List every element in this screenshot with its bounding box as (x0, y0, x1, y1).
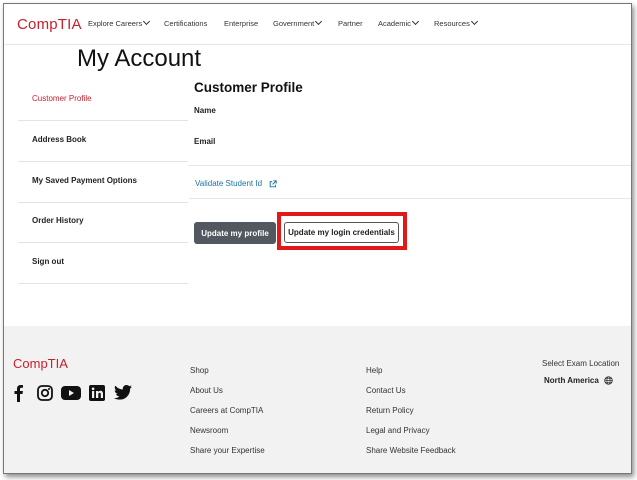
footer-link-website-feedback[interactable]: Share Website Feedback (366, 446, 456, 455)
linkedin-icon[interactable] (89, 385, 105, 401)
instagram-icon[interactable] (37, 385, 53, 401)
footer-link-help[interactable]: Help (366, 366, 382, 375)
external-link-icon (269, 180, 277, 188)
update-profile-button[interactable]: Update my profile (194, 222, 276, 244)
globe-icon (604, 376, 613, 386)
exam-location-selector[interactable]: North America (544, 376, 613, 386)
sidebar-item-saved-payment-options[interactable]: My Saved Payment Options (18, 162, 188, 203)
footer-link-careers[interactable]: Careers at CompTIA (190, 406, 263, 415)
nav-partner[interactable]: Partner (338, 19, 363, 28)
nav-enterprise[interactable]: Enterprise (224, 19, 258, 28)
page-title: My Account (77, 45, 202, 72)
chevron-down-icon (411, 17, 419, 26)
footer-link-legal-privacy[interactable]: Legal and Privacy (366, 426, 430, 435)
top-nav: CompTIA Explore Careers Certifications E… (4, 4, 631, 45)
footer-link-contact-us[interactable]: Contact Us (366, 386, 406, 395)
chevron-down-icon (315, 17, 323, 26)
validate-student-id-link[interactable]: Validate Student Id (195, 179, 277, 188)
browser-page: CompTIA Explore Careers Certifications E… (3, 3, 632, 474)
update-login-credentials-button[interactable]: Update my login credentials (284, 222, 399, 243)
twitter-icon[interactable] (114, 385, 132, 400)
youtube-icon[interactable] (61, 386, 81, 400)
sidebar-item-sign-out[interactable]: Sign out (18, 243, 188, 284)
nav-academic[interactable]: Academic (378, 17, 419, 28)
section-title: Customer Profile (194, 80, 303, 95)
comptia-logo[interactable]: CompTIA (17, 16, 82, 33)
divider (189, 165, 631, 166)
name-label: Name (194, 106, 216, 115)
nav-explore-careers[interactable]: Explore Careers (88, 17, 151, 28)
facebook-icon[interactable] (13, 384, 24, 402)
sidebar-item-order-history[interactable]: Order History (18, 202, 188, 243)
chevron-down-icon (143, 17, 151, 26)
footer-comptia-logo[interactable]: CompTIA (13, 356, 68, 371)
footer-link-share-expertise[interactable]: Share your Expertise (190, 446, 265, 455)
email-label: Email (194, 137, 216, 146)
footer-link-shop[interactable]: Shop (190, 366, 209, 375)
chevron-down-icon (470, 17, 478, 26)
footer-link-newsroom[interactable]: Newsroom (190, 426, 228, 435)
nav-certifications[interactable]: Certifications (164, 19, 207, 28)
exam-location-label: Select Exam Location (542, 359, 620, 368)
footer: CompTIA Shop About Us Careers at CompTIA… (4, 326, 631, 473)
footer-link-return-policy[interactable]: Return Policy (366, 406, 414, 415)
divider (189, 198, 631, 199)
sidebar-item-customer-profile[interactable]: Customer Profile (18, 80, 188, 121)
nav-resources[interactable]: Resources (434, 17, 478, 28)
nav-government[interactable]: Government (273, 17, 323, 28)
footer-link-about-us[interactable]: About Us (190, 386, 223, 395)
sidebar-item-address-book[interactable]: Address Book (18, 121, 188, 162)
